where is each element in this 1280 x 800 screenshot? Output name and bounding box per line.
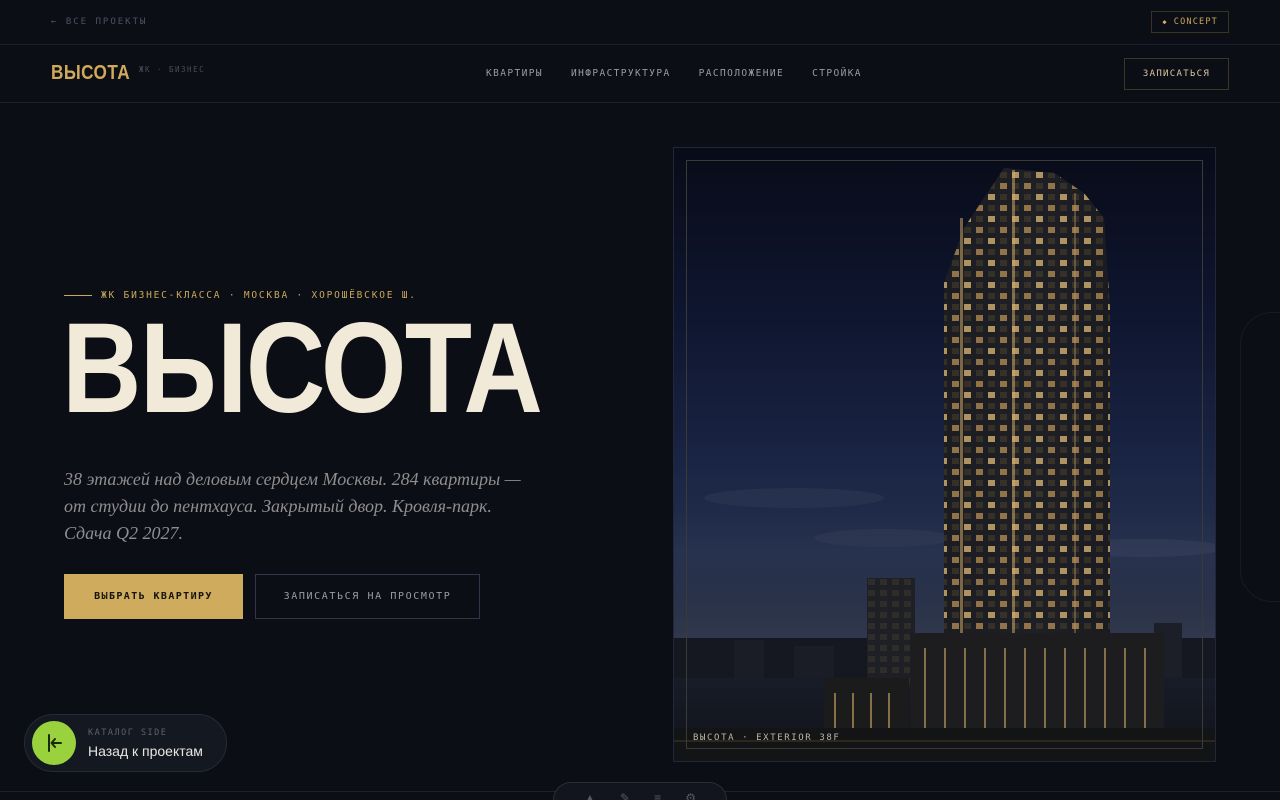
concept-badge-label: CONCEPT [1173, 17, 1218, 27]
signup-button[interactable]: ЗАПИСАТЬСЯ [1124, 58, 1229, 90]
nav-construction[interactable]: СТРОЙКА [812, 68, 862, 79]
floating-toolbar[interactable]: ▲ ✎ ≡ ⚙ [553, 782, 727, 800]
book-viewing-button[interactable]: ЗАПИСАТЬСЯ НА ПРОСМОТР [255, 574, 480, 619]
catalog-kicker: КАТАЛОГ SIDE [88, 727, 168, 738]
nav-location[interactable]: РАСПОЛОЖЕНИЕ [699, 68, 784, 79]
back-to-projects-pill[interactable]: КАТАЛОГ SIDE Назад к проектам [24, 714, 227, 772]
nav-apartments[interactable]: КВАРТИРЫ [486, 68, 543, 79]
hero-description: 38 этажей над деловым сердцем Москвы. 28… [64, 469, 521, 543]
main-nav: КВАРТИРЫ ИНФРАСТРУКТУРА РАСПОЛОЖЕНИЕ СТР… [486, 68, 862, 79]
choose-apartment-button[interactable]: ВЫБРАТЬ КВАРТИРУ [64, 574, 243, 619]
image-caption: ВЫСОТА · EXTERIOR 38F [693, 733, 841, 743]
logo-subtitle: ЖК · БИЗНЕС [138, 65, 206, 74]
concept-badge: ◆ CONCEPT [1151, 11, 1229, 33]
brush-tool-icon[interactable]: ✎ [620, 791, 630, 800]
hero-title: ВЫСОТА [62, 297, 543, 440]
tower-render-illustration [674, 168, 1215, 761]
settings-icon[interactable]: ⚙ [685, 791, 696, 800]
site-header: ВЫСОТА ЖК · БИЗНЕС КВАРТИРЫ ИНФРАСТРУКТУ… [0, 45, 1280, 103]
back-arrow-icon [48, 734, 62, 752]
pen-tool-icon[interactable]: ▲ [584, 791, 596, 800]
nav-infrastructure[interactable]: ИНФРАСТРУКТУРА [571, 68, 671, 79]
top-strip: ← ВСЕ ПРОЕКТЫ ◆ CONCEPT [0, 0, 1280, 45]
decorative-outline [1240, 312, 1280, 602]
logo[interactable]: ВЫСОТА [51, 62, 130, 85]
lines-tool-icon[interactable]: ≡ [654, 791, 661, 800]
all-projects-link[interactable]: ← ВСЕ ПРОЕКТЫ [51, 17, 147, 27]
eyebrow-line [64, 295, 92, 296]
back-to-projects-label: Назад к проектам [88, 742, 203, 759]
back-arrow-button[interactable] [32, 721, 76, 765]
hero-image [673, 147, 1216, 762]
diamond-icon: ◆ [1162, 18, 1168, 26]
